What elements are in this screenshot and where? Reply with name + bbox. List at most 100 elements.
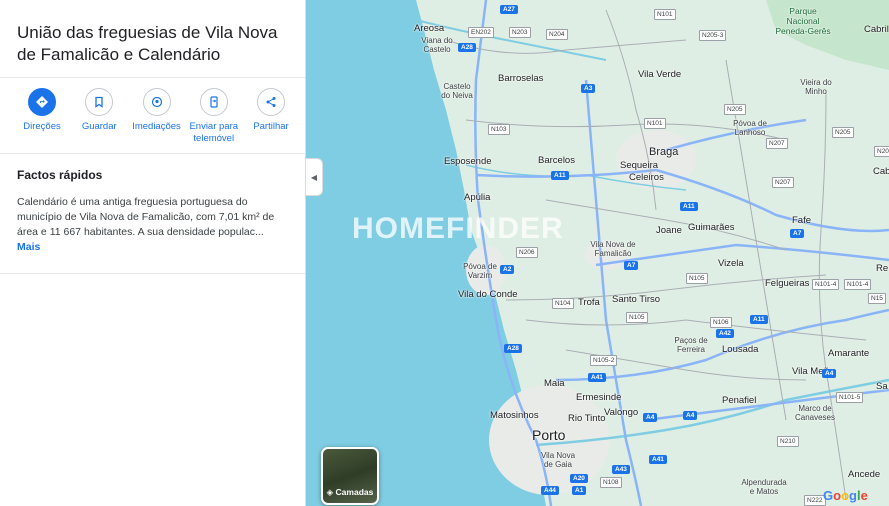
city-label[interactable]: Vila Verde: [638, 69, 681, 80]
city-label[interactable]: Celeiros: [629, 172, 664, 183]
road-label: N101-4: [844, 279, 872, 290]
city-label[interactable]: Vila do Conde: [458, 289, 518, 300]
road-label: N210: [777, 436, 799, 447]
road-label: N106: [710, 317, 732, 328]
city-label[interactable]: Vieira do Minho: [796, 78, 836, 96]
road-shield: A4: [822, 369, 837, 378]
directions-label: Direções: [23, 121, 61, 132]
send-to-phone-icon: [199, 88, 228, 116]
send-to-phone-button[interactable]: Enviar para telemóvel: [186, 88, 242, 145]
city-label[interactable]: Marco de Canaveses: [792, 404, 838, 422]
divider: [0, 153, 305, 154]
road-label: N206: [874, 146, 889, 157]
save-label: Guardar: [81, 121, 117, 132]
city-label[interactable]: Barcelos: [538, 155, 575, 166]
road-label: N15: [868, 293, 886, 304]
road-label: N205-3: [699, 30, 727, 41]
city-label[interactable]: Braga: [649, 146, 678, 158]
share-button[interactable]: Partilhar: [243, 88, 299, 145]
city-label[interactable]: Guimarães: [688, 222, 734, 233]
map-canvas[interactable]: Porto Braga Vila Nova de Famalicão Barce…: [306, 0, 889, 506]
nearby-label: Imediações: [132, 121, 181, 132]
city-label[interactable]: Matosinhos: [490, 410, 539, 421]
city-label[interactable]: Santo Tirso: [612, 294, 660, 305]
road-label: N103: [488, 124, 510, 135]
city-label[interactable]: Felgueiras: [765, 278, 809, 289]
road-label: N101: [654, 9, 676, 20]
road-label: N105: [686, 273, 708, 284]
city-label[interactable]: Póvoa de Lanhoso: [730, 119, 770, 137]
city-label[interactable]: Sequeira: [620, 160, 658, 171]
road-shield: A4: [643, 413, 658, 422]
google-logo: Google: [823, 488, 868, 503]
city-label[interactable]: Vila Nova de Gaia: [538, 451, 578, 469]
city-label[interactable]: Re: [876, 263, 888, 274]
action-bar: Direções Guardar Imediações Enviar para …: [14, 88, 299, 145]
city-label[interactable]: Barroselas: [498, 73, 543, 84]
layers-label: ◈ Camadas: [323, 487, 377, 498]
send-to-phone-label: Enviar para telemóvel: [189, 121, 239, 144]
road-label: N207: [772, 177, 794, 188]
city-label[interactable]: Viana do Castelo: [418, 36, 456, 54]
directions-button[interactable]: Direções: [14, 88, 70, 145]
road-shield: A11: [551, 171, 569, 180]
share-label: Partilhar: [253, 121, 289, 132]
road-label: N207: [766, 138, 788, 149]
road-shield: A1: [572, 486, 587, 495]
road-shield: A11: [680, 202, 698, 211]
road-label: N101: [644, 118, 666, 129]
road-shield: A41: [649, 455, 667, 464]
city-label[interactable]: Alpendurada e Matos: [738, 478, 790, 496]
road-label: N108: [600, 477, 622, 488]
divider: [0, 273, 305, 274]
city-label[interactable]: Castelo do Neiva: [438, 82, 476, 100]
save-button[interactable]: Guardar: [71, 88, 127, 145]
city-label[interactable]: Esposende: [444, 156, 492, 167]
chevron-left-icon: ◀: [310, 172, 318, 182]
city-label[interactable]: Rio Tinto: [568, 413, 606, 424]
city-label[interactable]: Lousada: [722, 344, 758, 355]
road-shield: A3: [581, 84, 596, 93]
city-label[interactable]: Porto: [532, 427, 565, 443]
city-label[interactable]: Penafiel: [722, 395, 756, 406]
city-label[interactable]: Sa: [876, 381, 888, 392]
city-label[interactable]: Joane: [656, 225, 682, 236]
share-icon: [257, 88, 285, 116]
road-shield: A7: [624, 261, 639, 270]
road-label: EN202: [468, 27, 494, 38]
city-label[interactable]: Areosa: [414, 23, 444, 34]
city-label[interactable]: Paços de Ferreira: [672, 336, 710, 354]
city-label[interactable]: Maia: [544, 378, 565, 389]
nearby-button[interactable]: Imediações: [129, 88, 185, 145]
road-shield: A28: [504, 344, 522, 353]
collapse-panel-button[interactable]: ◀: [306, 158, 323, 196]
city-label[interactable]: Amarante: [828, 348, 869, 359]
road-label: N203: [509, 27, 531, 38]
city-label[interactable]: Apúlia: [464, 192, 490, 203]
park-label[interactable]: Parque Nacional Peneda-Gerês: [772, 6, 834, 36]
road-shield: A7: [790, 229, 805, 238]
nearby-icon: [142, 88, 171, 116]
quick-facts-title: Factos rápidos: [17, 168, 103, 182]
city-label[interactable]: Cab: [873, 166, 889, 177]
road-shield: A43: [612, 465, 630, 474]
road-label: N205: [832, 127, 854, 138]
road-label: N101-5: [836, 392, 864, 403]
city-label[interactable]: Cabril: [864, 24, 889, 35]
road-label: N105-2: [590, 355, 618, 366]
divider: [0, 77, 305, 78]
city-label[interactable]: Vizela: [718, 258, 744, 269]
city-label[interactable]: Trofa: [578, 297, 600, 308]
city-label[interactable]: Ermesinde: [576, 392, 621, 403]
city-label[interactable]: Valongo: [604, 407, 638, 418]
road-shield: A20: [570, 474, 588, 483]
city-label[interactable]: Vila Nova de Famalicão: [584, 240, 642, 258]
layers-text: Camadas: [335, 487, 374, 497]
city-label[interactable]: Póvoa de Varzim: [460, 262, 500, 280]
road-shield: A28: [458, 43, 476, 52]
layers-button[interactable]: ◈ Camadas: [321, 447, 379, 505]
road-shield: A4: [683, 411, 698, 420]
city-label[interactable]: Fafe: [792, 215, 811, 226]
more-link[interactable]: Mais: [17, 241, 40, 253]
city-label[interactable]: Ancede: [848, 469, 880, 480]
